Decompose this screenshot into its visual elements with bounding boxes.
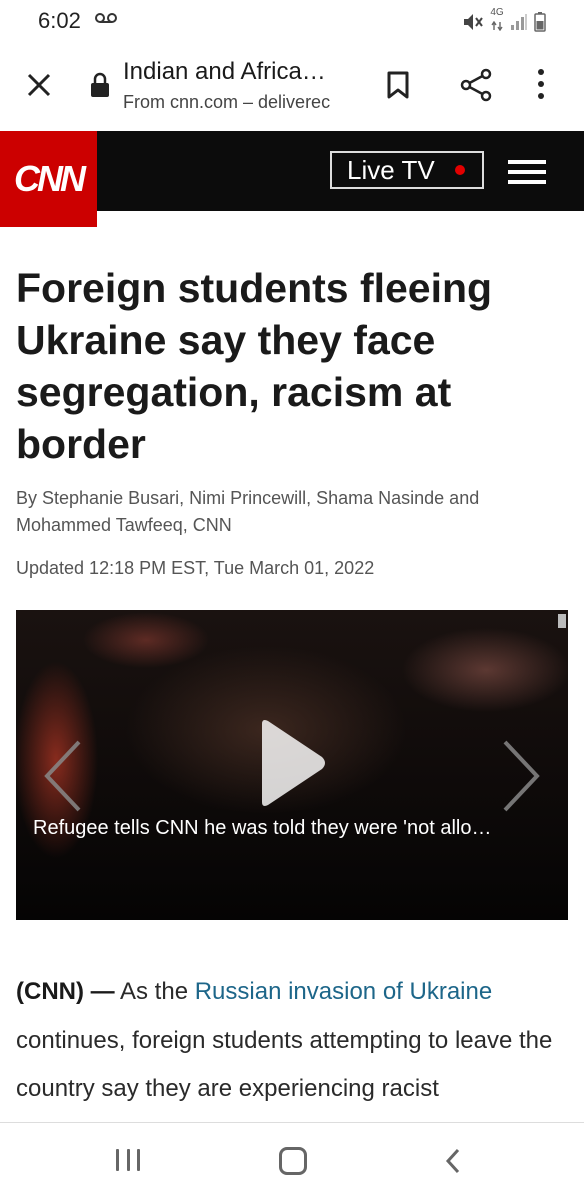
hamburger-menu-icon[interactable] — [508, 160, 546, 186]
article-text: continues, foreign students attempting t… — [16, 1026, 553, 1103]
mute-icon — [464, 14, 483, 30]
live-tv-label: Live TV — [347, 154, 435, 185]
page-title: Indian and Africa… — [123, 58, 326, 85]
live-tv-button[interactable]: Live TV — [330, 151, 484, 189]
video-caption: Refugee tells CNN he was told they were … — [33, 817, 492, 839]
network-label: 4G — [490, 7, 504, 18]
network-arrows-icon — [491, 20, 503, 32]
play-icon[interactable] — [256, 718, 328, 808]
cnn-logo[interactable]: CNN — [0, 131, 97, 227]
chevron-left-icon[interactable] — [41, 738, 85, 814]
voicemail-icon — [95, 13, 117, 23]
back-icon[interactable] — [445, 1147, 461, 1175]
signal-icon — [511, 14, 527, 30]
article-body: (CNN) — As the Russian invasion of Ukrai… — [16, 968, 571, 1114]
article-link[interactable]: Russian invasion of Ukraine — [195, 978, 492, 1005]
chevron-right-icon[interactable] — [499, 738, 543, 814]
close-icon[interactable] — [24, 70, 54, 100]
status-bar: 6:02 4G — [0, 0, 584, 40]
battery-icon — [534, 12, 546, 32]
status-time: 6:02 — [38, 8, 81, 33]
more-vertical-icon[interactable] — [535, 68, 547, 100]
article-lead: (CNN) — — [16, 978, 115, 1005]
video-watermark — [558, 614, 566, 628]
video-player[interactable]: Refugee tells CNN he was told they were … — [16, 610, 568, 920]
system-nav-bar — [0, 1122, 584, 1201]
network-indicator: 4G — [490, 8, 504, 36]
browser-toolbar: Indian and Africa… From cnn.com – delive… — [0, 40, 584, 131]
home-icon[interactable] — [279, 1147, 307, 1175]
live-indicator-icon — [454, 165, 465, 175]
bookmark-icon[interactable] — [385, 70, 411, 100]
cnn-logo-text: CNN — [14, 158, 86, 199]
article-timestamp: Updated 12:18 PM EST, Tue March 01, 2022 — [16, 558, 375, 578]
page-source: From cnn.com – deliverec — [123, 92, 331, 112]
share-icon[interactable] — [460, 68, 494, 102]
article-headline: Foreign students fleeing Ukraine say the… — [16, 265, 493, 467]
lock-icon[interactable] — [90, 72, 110, 98]
article-byline: By Stephanie Busari, Nimi Princewill, Sh… — [16, 488, 480, 535]
article-text: As the — [114, 978, 195, 1005]
recents-icon[interactable] — [116, 1149, 140, 1171]
status-icons: 4G — [462, 8, 546, 36]
